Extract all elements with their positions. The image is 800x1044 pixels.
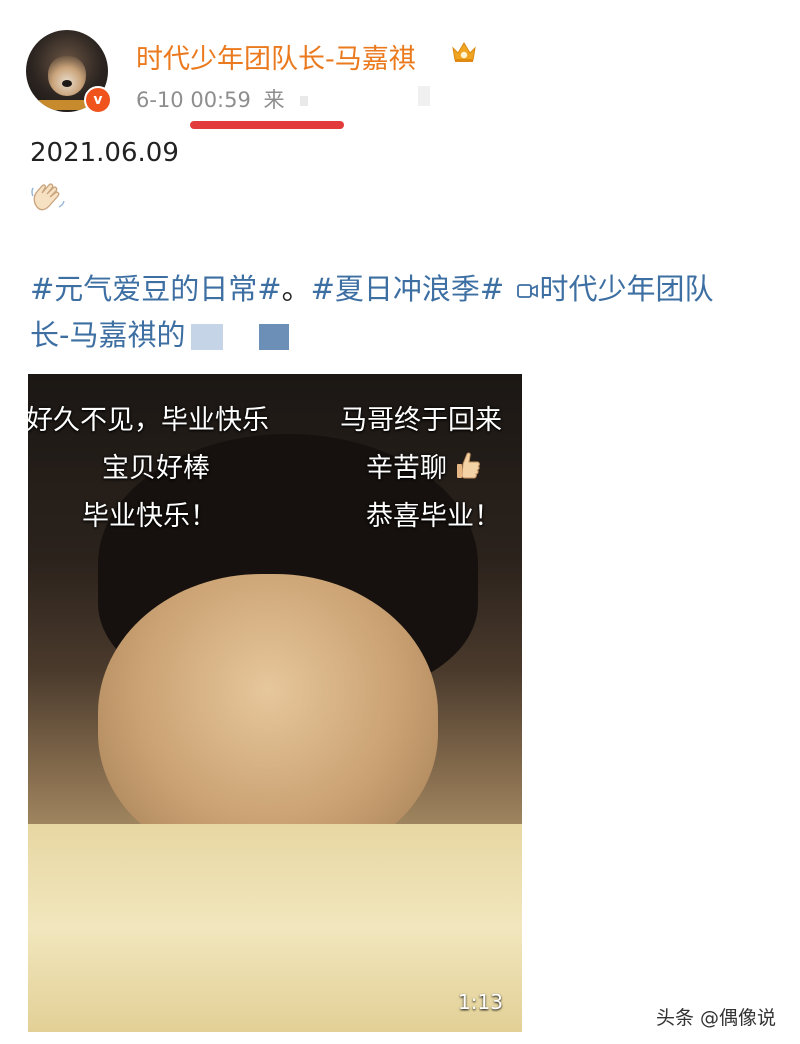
post-source[interactable]: 来 — [264, 88, 285, 112]
red-underline-mark — [190, 121, 344, 129]
video-player[interactable]: 好久不见，毕业快乐 宝贝好棒 毕业快乐！ 马哥终于回来 辛苦聊 恭喜毕业！ 1:… — [28, 374, 522, 1032]
tag-separator: 。 — [281, 272, 311, 306]
post-date-text: 2021.06.09 — [30, 138, 179, 168]
overlay-text: 宝贝好棒 — [102, 453, 210, 484]
redaction-block — [418, 86, 430, 106]
video-camera-icon — [517, 284, 539, 298]
video-link-cont[interactable]: 长-马嘉祺的 — [30, 318, 185, 352]
overlay-text: 马哥终于回来 — [340, 405, 502, 436]
overlay-text: 辛苦聊 — [366, 446, 482, 485]
username-link[interactable]: 时代少年团队长-马嘉祺 — [136, 37, 416, 76]
redaction-block — [300, 96, 308, 106]
avatar-dog-nose — [62, 80, 72, 87]
redaction-block — [191, 324, 224, 350]
overlay-text: 恭喜毕业！ — [366, 501, 501, 532]
overlay-text: 好久不见，毕业快乐 — [28, 405, 269, 436]
video-link[interactable]: 时代少年团队 — [539, 272, 713, 306]
avatar-dog-face — [48, 56, 86, 96]
post-meta: 6-10 00:59 来 — [136, 84, 285, 114]
thumbs-up-icon — [456, 452, 480, 479]
verified-icon: v — [84, 86, 112, 114]
video-subject-face — [98, 574, 438, 864]
video-duration: 1:13 — [458, 990, 503, 1014]
overlay-text-part: 辛苦聊 — [366, 453, 447, 484]
redaction-block — [259, 324, 290, 350]
video-pillow — [28, 824, 522, 1032]
waving-hand-icon — [31, 183, 65, 211]
post-tags: #元气爱豆的日常#。#夏日冲浪季# 时代少年团队 长-马嘉祺的 — [30, 266, 770, 358]
hashtag-link[interactable]: #夏日冲浪季# — [311, 272, 505, 306]
watermark-text: 头条 @偶像说 — [656, 1007, 777, 1029]
post-time: 6-10 00:59 — [136, 88, 251, 112]
crown-badge-icon[interactable] — [451, 40, 477, 64]
hashtag-link[interactable]: #元气爱豆的日常# — [30, 272, 282, 306]
overlay-text: 毕业快乐！ — [82, 501, 217, 532]
